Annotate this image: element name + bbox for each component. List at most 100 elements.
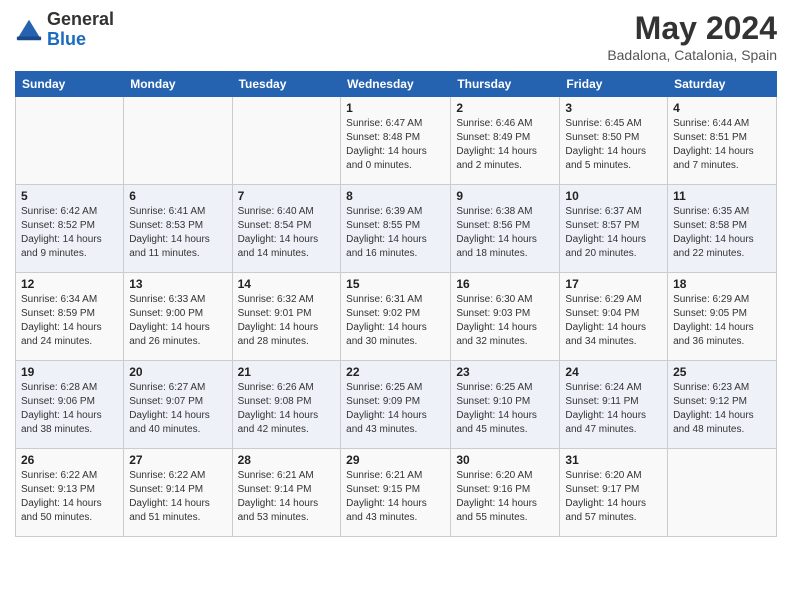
day-number: 31 xyxy=(565,453,662,467)
day-number: 11 xyxy=(673,189,771,203)
day-detail: Sunrise: 6:28 AMSunset: 9:06 PMDaylight:… xyxy=(21,381,118,437)
day-cell-3-0: 19 Sunrise: 6:28 AMSunset: 9:06 PMDaylig… xyxy=(16,361,124,449)
day-cell-4-4: 30 Sunrise: 6:20 AMSunset: 9:16 PMDaylig… xyxy=(451,449,560,537)
week-row-1: 5 Sunrise: 6:42 AMSunset: 8:52 PMDayligh… xyxy=(16,185,777,273)
calendar-header-row: Sunday Monday Tuesday Wednesday Thursday… xyxy=(16,72,777,97)
week-row-3: 19 Sunrise: 6:28 AMSunset: 9:06 PMDaylig… xyxy=(16,361,777,449)
day-number: 3 xyxy=(565,101,662,115)
day-number: 4 xyxy=(673,101,771,115)
location: Badalona, Catalonia, Spain xyxy=(607,47,777,63)
day-cell-1-1: 6 Sunrise: 6:41 AMSunset: 8:53 PMDayligh… xyxy=(124,185,232,273)
day-detail: Sunrise: 6:25 AMSunset: 9:10 PMDaylight:… xyxy=(456,381,554,437)
col-tuesday: Tuesday xyxy=(232,72,341,97)
day-number: 20 xyxy=(129,365,226,379)
day-number: 24 xyxy=(565,365,662,379)
day-detail: Sunrise: 6:30 AMSunset: 9:03 PMDaylight:… xyxy=(456,293,554,349)
day-number: 22 xyxy=(346,365,445,379)
logo-icon xyxy=(15,16,43,44)
day-number: 1 xyxy=(346,101,445,115)
col-friday: Friday xyxy=(560,72,668,97)
day-cell-2-2: 14 Sunrise: 6:32 AMSunset: 9:01 PMDaylig… xyxy=(232,273,341,361)
day-detail: Sunrise: 6:39 AMSunset: 8:55 PMDaylight:… xyxy=(346,205,445,261)
day-number: 12 xyxy=(21,277,118,291)
day-cell-3-6: 25 Sunrise: 6:23 AMSunset: 9:12 PMDaylig… xyxy=(668,361,777,449)
day-cell-2-4: 16 Sunrise: 6:30 AMSunset: 9:03 PMDaylig… xyxy=(451,273,560,361)
day-detail: Sunrise: 6:26 AMSunset: 9:08 PMDaylight:… xyxy=(238,381,336,437)
day-detail: Sunrise: 6:45 AMSunset: 8:50 PMDaylight:… xyxy=(565,117,662,173)
day-cell-4-5: 31 Sunrise: 6:20 AMSunset: 9:17 PMDaylig… xyxy=(560,449,668,537)
day-detail: Sunrise: 6:35 AMSunset: 8:58 PMDaylight:… xyxy=(673,205,771,261)
day-number: 25 xyxy=(673,365,771,379)
day-cell-2-3: 15 Sunrise: 6:31 AMSunset: 9:02 PMDaylig… xyxy=(341,273,451,361)
calendar-table: Sunday Monday Tuesday Wednesday Thursday… xyxy=(15,71,777,537)
day-detail: Sunrise: 6:31 AMSunset: 9:02 PMDaylight:… xyxy=(346,293,445,349)
day-number: 16 xyxy=(456,277,554,291)
col-saturday: Saturday xyxy=(668,72,777,97)
day-detail: Sunrise: 6:37 AMSunset: 8:57 PMDaylight:… xyxy=(565,205,662,261)
day-cell-1-2: 7 Sunrise: 6:40 AMSunset: 8:54 PMDayligh… xyxy=(232,185,341,273)
day-cell-1-4: 9 Sunrise: 6:38 AMSunset: 8:56 PMDayligh… xyxy=(451,185,560,273)
day-detail: Sunrise: 6:25 AMSunset: 9:09 PMDaylight:… xyxy=(346,381,445,437)
day-cell-0-1 xyxy=(124,97,232,185)
day-cell-4-6 xyxy=(668,449,777,537)
day-cell-0-2 xyxy=(232,97,341,185)
day-detail: Sunrise: 6:22 AMSunset: 9:14 PMDaylight:… xyxy=(129,469,226,525)
day-cell-1-3: 8 Sunrise: 6:39 AMSunset: 8:55 PMDayligh… xyxy=(341,185,451,273)
day-detail: Sunrise: 6:40 AMSunset: 8:54 PMDaylight:… xyxy=(238,205,336,261)
day-detail: Sunrise: 6:32 AMSunset: 9:01 PMDaylight:… xyxy=(238,293,336,349)
day-cell-0-5: 3 Sunrise: 6:45 AMSunset: 8:50 PMDayligh… xyxy=(560,97,668,185)
month-year: May 2024 xyxy=(607,10,777,47)
day-number: 7 xyxy=(238,189,336,203)
day-detail: Sunrise: 6:27 AMSunset: 9:07 PMDaylight:… xyxy=(129,381,226,437)
col-thursday: Thursday xyxy=(451,72,560,97)
day-detail: Sunrise: 6:21 AMSunset: 9:14 PMDaylight:… xyxy=(238,469,336,525)
day-cell-0-6: 4 Sunrise: 6:44 AMSunset: 8:51 PMDayligh… xyxy=(668,97,777,185)
day-cell-2-1: 13 Sunrise: 6:33 AMSunset: 9:00 PMDaylig… xyxy=(124,273,232,361)
day-number: 14 xyxy=(238,277,336,291)
day-number: 28 xyxy=(238,453,336,467)
day-cell-3-3: 22 Sunrise: 6:25 AMSunset: 9:09 PMDaylig… xyxy=(341,361,451,449)
logo: General Blue xyxy=(15,10,114,50)
day-number: 29 xyxy=(346,453,445,467)
day-cell-2-5: 17 Sunrise: 6:29 AMSunset: 9:04 PMDaylig… xyxy=(560,273,668,361)
day-detail: Sunrise: 6:20 AMSunset: 9:17 PMDaylight:… xyxy=(565,469,662,525)
day-cell-3-4: 23 Sunrise: 6:25 AMSunset: 9:10 PMDaylig… xyxy=(451,361,560,449)
day-cell-2-6: 18 Sunrise: 6:29 AMSunset: 9:05 PMDaylig… xyxy=(668,273,777,361)
col-wednesday: Wednesday xyxy=(341,72,451,97)
day-number: 18 xyxy=(673,277,771,291)
day-number: 15 xyxy=(346,277,445,291)
day-cell-1-6: 11 Sunrise: 6:35 AMSunset: 8:58 PMDaylig… xyxy=(668,185,777,273)
day-number: 9 xyxy=(456,189,554,203)
day-number: 6 xyxy=(129,189,226,203)
day-detail: Sunrise: 6:20 AMSunset: 9:16 PMDaylight:… xyxy=(456,469,554,525)
day-cell-3-2: 21 Sunrise: 6:26 AMSunset: 9:08 PMDaylig… xyxy=(232,361,341,449)
day-number: 27 xyxy=(129,453,226,467)
day-detail: Sunrise: 6:38 AMSunset: 8:56 PMDaylight:… xyxy=(456,205,554,261)
day-detail: Sunrise: 6:44 AMSunset: 8:51 PMDaylight:… xyxy=(673,117,771,173)
day-cell-0-3: 1 Sunrise: 6:47 AMSunset: 8:48 PMDayligh… xyxy=(341,97,451,185)
page: General Blue May 2024 Badalona, Cataloni… xyxy=(0,0,792,612)
day-detail: Sunrise: 6:47 AMSunset: 8:48 PMDaylight:… xyxy=(346,117,445,173)
day-number: 30 xyxy=(456,453,554,467)
day-detail: Sunrise: 6:21 AMSunset: 9:15 PMDaylight:… xyxy=(346,469,445,525)
day-detail: Sunrise: 6:33 AMSunset: 9:00 PMDaylight:… xyxy=(129,293,226,349)
day-number: 21 xyxy=(238,365,336,379)
day-cell-3-1: 20 Sunrise: 6:27 AMSunset: 9:07 PMDaylig… xyxy=(124,361,232,449)
day-number: 2 xyxy=(456,101,554,115)
day-cell-4-1: 27 Sunrise: 6:22 AMSunset: 9:14 PMDaylig… xyxy=(124,449,232,537)
day-number: 5 xyxy=(21,189,118,203)
week-row-4: 26 Sunrise: 6:22 AMSunset: 9:13 PMDaylig… xyxy=(16,449,777,537)
day-detail: Sunrise: 6:22 AMSunset: 9:13 PMDaylight:… xyxy=(21,469,118,525)
day-detail: Sunrise: 6:42 AMSunset: 8:52 PMDaylight:… xyxy=(21,205,118,261)
header: General Blue May 2024 Badalona, Cataloni… xyxy=(15,10,777,63)
day-cell-3-5: 24 Sunrise: 6:24 AMSunset: 9:11 PMDaylig… xyxy=(560,361,668,449)
day-cell-1-0: 5 Sunrise: 6:42 AMSunset: 8:52 PMDayligh… xyxy=(16,185,124,273)
day-number: 13 xyxy=(129,277,226,291)
day-detail: Sunrise: 6:29 AMSunset: 9:05 PMDaylight:… xyxy=(673,293,771,349)
day-cell-0-4: 2 Sunrise: 6:46 AMSunset: 8:49 PMDayligh… xyxy=(451,97,560,185)
week-row-0: 1 Sunrise: 6:47 AMSunset: 8:48 PMDayligh… xyxy=(16,97,777,185)
day-number: 8 xyxy=(346,189,445,203)
day-cell-4-0: 26 Sunrise: 6:22 AMSunset: 9:13 PMDaylig… xyxy=(16,449,124,537)
day-detail: Sunrise: 6:34 AMSunset: 8:59 PMDaylight:… xyxy=(21,293,118,349)
logo-text: General Blue xyxy=(47,10,114,50)
